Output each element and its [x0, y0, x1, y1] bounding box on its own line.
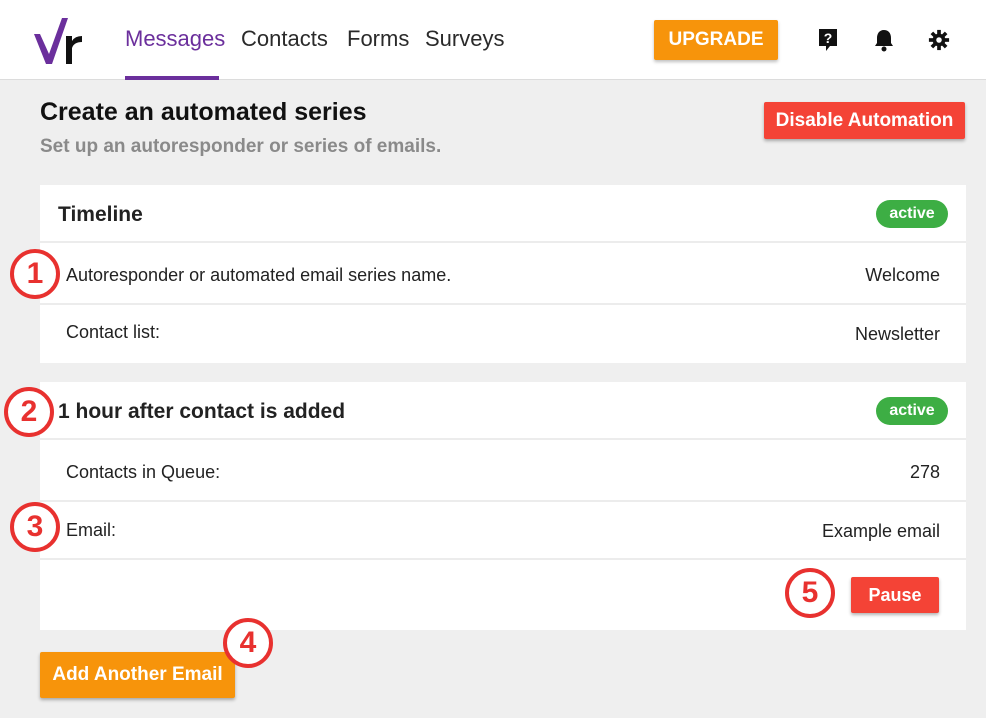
page-subtitle: Set up an autoresponder or series of ema… — [40, 136, 442, 157]
series-name-value[interactable]: Welcome — [865, 265, 940, 286]
callout-5: 5 — [785, 568, 835, 618]
email-value[interactable]: Example email — [822, 521, 940, 542]
contact-list-row: Contact list: Newsletter — [40, 305, 966, 363]
callout-2: 2 — [4, 387, 54, 437]
queue-value: 278 — [909, 462, 940, 482]
callout-1: 1 — [10, 249, 60, 299]
page-title: Create an automated series — [40, 98, 367, 126]
status-badge: active — [876, 397, 948, 425]
contact-list-value[interactable]: Newsletter — [855, 324, 940, 345]
queue-row: Contacts in Queue: 278 — [40, 444, 966, 502]
vr-logo[interactable] — [32, 14, 84, 68]
email-label: Email: — [66, 520, 117, 540]
series-name-row: Autoresponder or automated email series … — [40, 247, 966, 305]
timeline-title: Timeline — [58, 203, 143, 226]
email-row: Email: Example email — [40, 502, 966, 560]
nav-messages[interactable]: Messages — [125, 26, 225, 52]
gear-icon[interactable] — [928, 28, 950, 52]
step-header: 1 hour after contact is added active — [40, 382, 966, 440]
status-badge: active — [876, 200, 948, 228]
nav-contacts[interactable]: Contacts — [241, 26, 328, 52]
bell-icon[interactable] — [873, 28, 895, 52]
contact-list-label: Contact list: — [66, 322, 161, 342]
nav-surveys[interactable]: Surveys — [425, 26, 504, 52]
pause-button[interactable]: Pause — [851, 577, 939, 613]
callout-4: 4 — [223, 618, 273, 668]
disable-automation-button[interactable]: Disable Automation — [764, 102, 965, 139]
queue-label: Contacts in Queue: — [66, 462, 221, 482]
help-icon[interactable]: ? — [817, 28, 839, 52]
step-title: 1 hour after contact is added — [58, 400, 346, 423]
svg-text:?: ? — [824, 30, 833, 46]
series-name-label: Autoresponder or automated email series … — [66, 265, 452, 285]
upgrade-button[interactable]: UPGRADE — [654, 20, 778, 60]
add-another-email-button[interactable]: Add Another Email — [40, 652, 235, 698]
timeline-card: Timeline active Autoresponder or automat… — [40, 185, 966, 363]
callout-3: 3 — [10, 502, 60, 552]
timeline-header: Timeline active — [40, 185, 966, 243]
nav-forms[interactable]: Forms — [347, 26, 409, 52]
top-nav: Messages Contacts Forms Surveys UPGRADE … — [0, 0, 986, 80]
active-tab-indicator — [125, 76, 219, 80]
